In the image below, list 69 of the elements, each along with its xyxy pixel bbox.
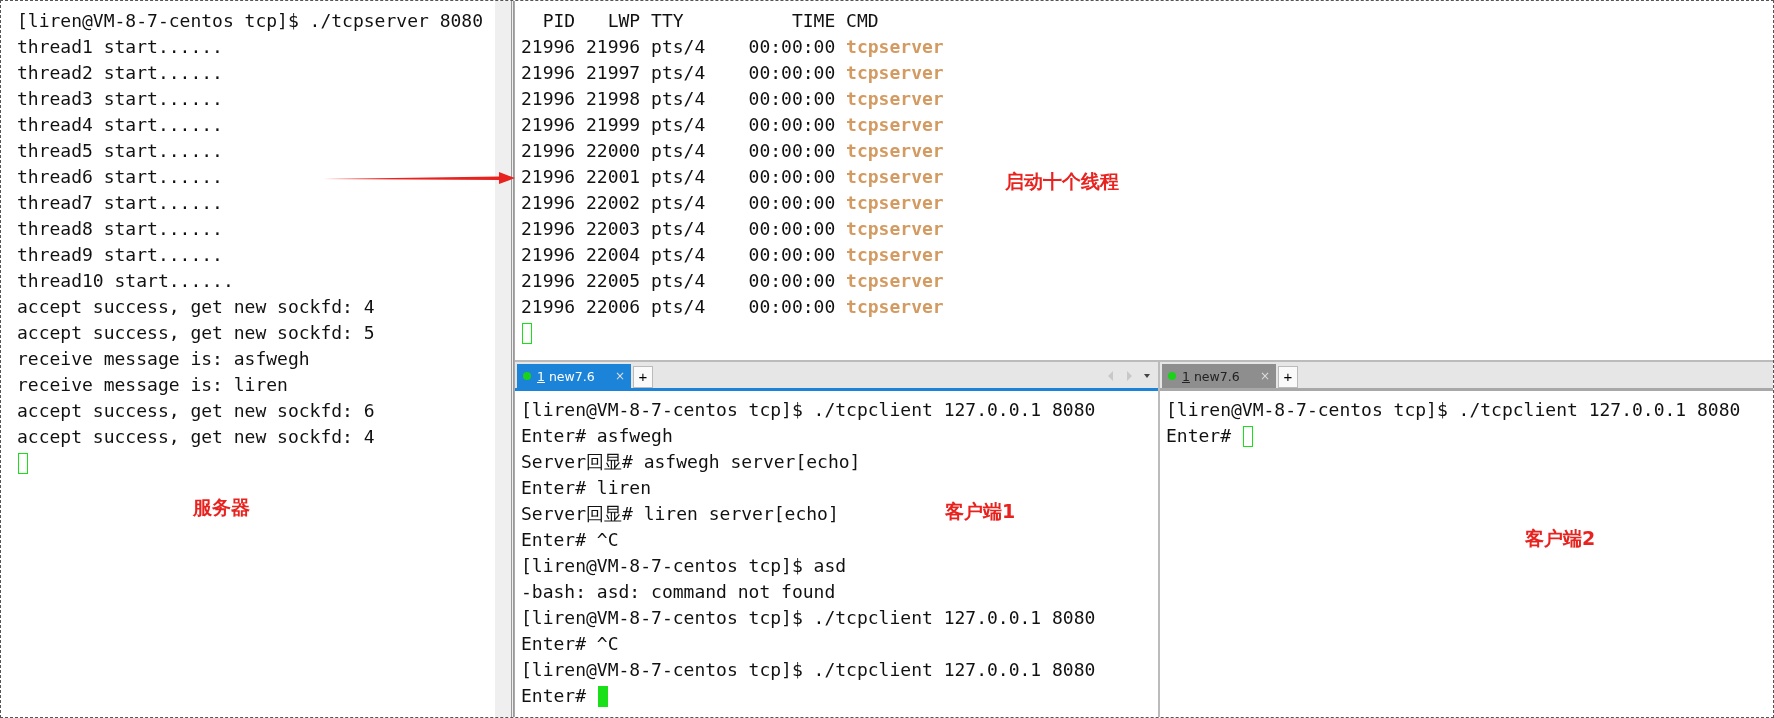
process-name: tcpserver [846, 191, 944, 215]
process-name: tcpserver [846, 61, 944, 85]
terminal-line: thread10 start...... [17, 269, 234, 293]
status-dot-icon [1168, 372, 1176, 380]
terminal-text: 21996 22004 pts/4 00:00:00 [521, 243, 837, 267]
terminal-tab[interactable]: 1 new7.6 × [1162, 364, 1276, 388]
terminal-line: Enter# asfwegh [521, 424, 673, 448]
terminal-text: 21996 22005 pts/4 00:00:00 [521, 269, 837, 293]
dropdown-icon[interactable] [1142, 372, 1152, 380]
terminal-line: [liren@VM-8-7-centos tcp]$ ./tcpserver 8080 [17, 9, 483, 33]
process-name: tcpserver [846, 217, 944, 241]
process-name: tcpserver [846, 243, 944, 267]
new-tab-button[interactable]: + [1278, 366, 1298, 388]
terminal-line: thread4 start...... [17, 113, 223, 137]
terminal-line: thread1 start...... [17, 35, 223, 59]
scroll-left-icon[interactable] [1106, 370, 1116, 382]
terminal-line: Enter# [521, 684, 588, 708]
terminal-text: 21996 21997 pts/4 00:00:00 [521, 61, 837, 85]
close-icon[interactable]: × [614, 369, 625, 383]
terminal-text: 21996 22000 pts/4 00:00:00 [521, 139, 837, 163]
process-name: tcpserver [846, 165, 944, 189]
terminal-text: 21996 22003 pts/4 00:00:00 [521, 217, 837, 241]
terminal-line: thread2 start...... [17, 61, 223, 85]
terminal-line: Enter# ^C [521, 528, 619, 552]
terminal-line: accept success, get new sockfd: 6 [17, 399, 375, 423]
terminal-line: receive message is: asfwegh [17, 347, 310, 371]
process-name: tcpserver [846, 295, 944, 319]
terminal-text: 21996 21999 pts/4 00:00:00 [521, 113, 837, 137]
process-name: tcpserver [846, 87, 944, 111]
terminal-line: thread3 start...... [17, 87, 223, 111]
terminal-line: Enter# [1166, 424, 1233, 448]
terminal-line: [liren@VM-8-7-centos tcp]$ ./tcpclient 127.0.0.1 8080 [521, 398, 1096, 422]
terminal-line: thread6 start...... [17, 165, 223, 189]
terminal-line: [liren@VM-8-7-centos tcp]$ asd [521, 554, 847, 578]
terminal-text: 21996 22006 pts/4 00:00:00 [521, 295, 837, 319]
terminal-line: Server回显# asfwegh server[echo] [521, 450, 861, 474]
terminal-line: [liren@VM-8-7-centos tcp]$ ./tcpclient 127.0.0.1 8080 [521, 606, 1096, 630]
process-name: tcpserver [846, 113, 944, 137]
terminal-tab[interactable]: 1 new7.6 × [517, 364, 631, 388]
process-name: tcpserver [846, 139, 944, 163]
new-tab-button[interactable]: + [633, 366, 653, 388]
terminal-text: 21996 22002 pts/4 00:00:00 [521, 191, 837, 215]
splitter-bar[interactable] [495, 1, 514, 717]
terminal-line: accept success, get new sockfd: 4 [17, 425, 375, 449]
terminal-line: thread8 start...... [17, 217, 223, 241]
annotation-label: 启动十个线程 [1005, 169, 1119, 194]
terminal-line: thread9 start...... [17, 243, 223, 267]
status-dot-icon [523, 372, 531, 380]
terminal-line: accept success, get new sockfd: 4 [17, 295, 375, 319]
process-name: tcpserver [846, 269, 944, 293]
terminal-line: thread5 start...... [17, 139, 223, 163]
terminal-line: [liren@VM-8-7-centos tcp]$ ./tcpclient 127.0.0.1 8080 [521, 658, 1096, 682]
terminal-line: accept success, get new sockfd: 5 [17, 321, 375, 345]
terminal-line: Server回显# liren server[echo] [521, 502, 839, 526]
terminal-line: Enter# ^C [521, 632, 619, 656]
annotation-label: 服务器 [193, 495, 250, 520]
terminal-text: 21996 21998 pts/4 00:00:00 [521, 87, 837, 111]
terminal-line: thread7 start...... [17, 191, 223, 215]
annotation-label: 客户端1 [945, 499, 1016, 524]
terminal-line: PID LWP TTY TIME CMD [541, 9, 880, 33]
terminal-text: 21996 21996 pts/4 00:00:00 [521, 35, 837, 59]
terminal-line: Enter# liren [521, 476, 652, 500]
scroll-right-icon[interactable] [1124, 370, 1134, 382]
terminal-line: -bash: asd: command not found [521, 580, 836, 604]
terminal-text: 21996 22001 pts/4 00:00:00 [521, 165, 837, 189]
terminal-line: [liren@VM-8-7-centos tcp]$ ./tcpclient 127.0.0.1 8080 [1166, 398, 1741, 422]
annotation-label: 客户端2 [1525, 526, 1596, 551]
terminal-line: receive message is: liren [17, 373, 288, 397]
process-name: tcpserver [846, 35, 944, 59]
